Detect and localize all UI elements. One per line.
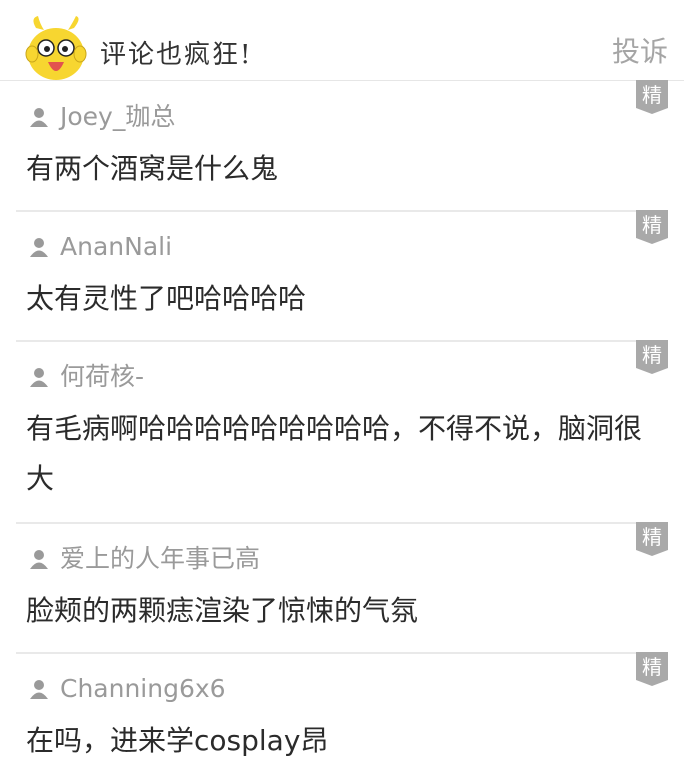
user-icon (30, 680, 48, 699)
comment-text: 太有灵性了吧哈哈哈哈 (26, 282, 307, 315)
comment-user: Channing6x6 (28, 674, 226, 704)
featured-badge-label: 精 (642, 655, 662, 679)
comment-item: 精 Joey_珈总 有两个酒窝是什么鬼 (16, 80, 668, 212)
featured-badge: 精 (636, 210, 668, 244)
featured-badge: 精 (636, 80, 668, 114)
user-icon (30, 108, 48, 127)
comment-username[interactable]: Channing6x6 (60, 674, 226, 704)
comment-user: 何荷核- (28, 362, 144, 392)
comment-text: 在吗，进来学cosplay昂 (26, 724, 329, 757)
page-title: 评论也疯狂! (100, 40, 253, 70)
comment-item: 精 爱上的人年事已高 脸颊的两颗痣渲染了惊悚的气氛 (16, 522, 668, 654)
featured-badge-label: 精 (642, 343, 662, 367)
comment-text: 脸颊的两颗痣渲染了惊悚的气氛 (26, 594, 419, 627)
comment-user: Joey_珈总 (28, 102, 175, 132)
comment-username[interactable]: Joey_珈总 (60, 102, 175, 132)
comment-user: AnanNali (28, 232, 172, 262)
featured-badge: 精 (636, 652, 668, 686)
comment-user: 爱上的人年事已高 (28, 544, 260, 574)
featured-badge-label: 精 (642, 213, 662, 237)
comment-item: 精 Channing6x6 在吗，进来学cosplay昂 (16, 652, 668, 770)
user-icon (30, 368, 48, 387)
user-icon (30, 238, 48, 257)
featured-badge-label: 精 (642, 525, 662, 549)
featured-badge: 精 (636, 340, 668, 374)
featured-badge: 精 (636, 522, 668, 556)
user-icon (30, 550, 48, 569)
featured-badge-label: 精 (642, 83, 662, 107)
comment-text: 有毛病啊哈哈哈哈哈哈哈哈哈，不得不说，脑洞很大 (26, 412, 643, 495)
mascot-logo (25, 16, 87, 80)
comment-username[interactable]: 爱上的人年事已高 (60, 544, 260, 574)
comment-username[interactable]: 何荷核- (60, 362, 144, 392)
comment-item: 精 何荷核- 有毛病啊哈哈哈哈哈哈哈哈哈，不得不说，脑洞很大 (16, 340, 668, 524)
report-button[interactable]: 投诉 (612, 30, 668, 70)
page-header: 评论也疯狂! 投诉 (0, 0, 684, 81)
comment-username[interactable]: AnanNali (60, 232, 172, 262)
comment-item: 精 AnanNali 太有灵性了吧哈哈哈哈 (16, 210, 668, 342)
comment-text: 有两个酒窝是什么鬼 (26, 152, 279, 185)
